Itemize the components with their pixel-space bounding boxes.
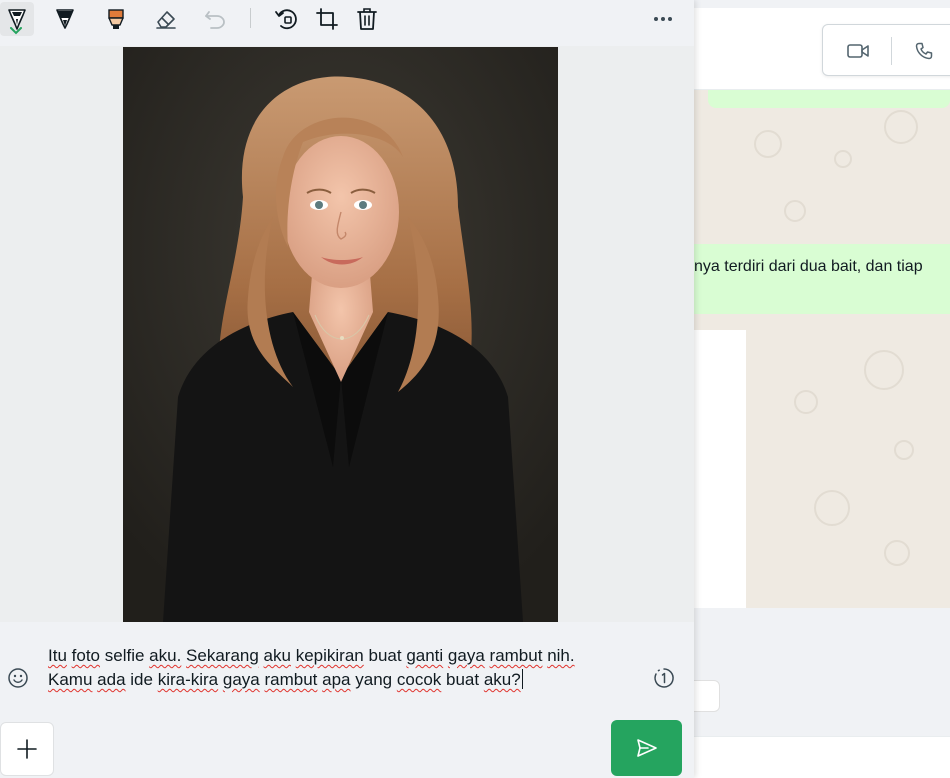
caption-word: foto (71, 646, 100, 665)
portrait-photo (123, 47, 558, 622)
message-input[interactable] (694, 680, 720, 712)
send-icon (636, 739, 657, 757)
pen-thick-icon (56, 9, 74, 29)
caption-word: kepikiran (295, 646, 364, 665)
caption-word: gaya (447, 646, 485, 665)
more-options-button[interactable] (646, 2, 680, 36)
pen-thick-button[interactable] (48, 2, 82, 36)
eraser-icon (156, 11, 176, 29)
call-button-group (822, 24, 950, 76)
caption-line-1: Itu foto selfie aku. Sekarang aku kepiki… (48, 644, 638, 668)
more-options-icon (654, 17, 672, 21)
emoji-button[interactable] (6, 666, 30, 690)
caption-word: rambut (489, 646, 543, 665)
smiley-icon (8, 668, 28, 688)
caption-word: kira-kira (157, 670, 219, 689)
wallpaper-doodle (894, 440, 914, 460)
caption-word: ide (130, 670, 153, 689)
caption-line-2: Kamu ada ide kira-kira gaya rambut apa y… (48, 668, 638, 692)
plus-icon (17, 739, 37, 759)
caption-word: selfie (104, 646, 145, 665)
caption-word: buat (446, 670, 480, 689)
caption-word: buat (368, 646, 402, 665)
wallpaper-doodle (794, 390, 818, 414)
outgoing-message-bubble: knya terdiri dari dua bait, dan tiap (694, 244, 950, 314)
caption-word: cocok (396, 670, 442, 689)
toolbar-divider (250, 8, 251, 28)
caption-input[interactable]: Itu foto selfie aku. Sekarang aku kepiki… (48, 644, 638, 692)
window-top-strip (694, 0, 950, 8)
outgoing-message-bubble (708, 90, 950, 108)
chevron-down-icon (10, 27, 22, 35)
editor-toolbar (0, 0, 694, 46)
crop-button[interactable] (310, 2, 344, 36)
caption-word: ganti (406, 646, 444, 665)
media-editor-panel: Itu foto selfie aku. Sekarang aku kepiki… (0, 0, 694, 778)
view-once-icon (654, 668, 674, 688)
rotate-button[interactable] (270, 2, 304, 36)
chat-footer (694, 608, 950, 778)
crop-icon (316, 8, 338, 30)
view-once-button[interactable] (652, 666, 676, 690)
chat-header (694, 8, 950, 90)
wallpaper-doodle (754, 130, 782, 158)
caption-area: Itu foto selfie aku. Sekarang aku kepiki… (0, 622, 694, 710)
eraser-button[interactable] (149, 2, 183, 36)
undo-icon (205, 11, 225, 29)
send-button[interactable] (611, 720, 682, 776)
caption-word: apa (322, 670, 351, 689)
video-camera-icon (847, 44, 869, 58)
wallpaper-doodle (814, 490, 850, 526)
delete-button[interactable] (350, 2, 384, 36)
caption-word: aku (263, 646, 291, 665)
incoming-message-bubble (694, 330, 746, 610)
footer-bottom-strip (694, 736, 950, 778)
caption-word: Kamu (48, 670, 93, 689)
wallpaper-doodle (864, 350, 904, 390)
call-divider (891, 37, 892, 65)
delete-icon (357, 8, 377, 30)
text-caret (521, 669, 523, 689)
caption-word: Itu (48, 646, 67, 665)
caption-word: rambut (264, 670, 318, 689)
add-media-button[interactable] (0, 722, 54, 776)
wallpaper-doodle (784, 200, 806, 222)
caption-word: gaya (222, 670, 260, 689)
undo-button[interactable] (198, 2, 232, 36)
message-text: knya terdiri dari dua bait, dan tiap (694, 258, 923, 275)
highlighter-icon (108, 9, 124, 29)
media-preview (0, 46, 694, 622)
background-chat-window: knya terdiri dari dua bait, dan tiap (694, 0, 950, 778)
caption-word: Sekarang (186, 646, 259, 665)
portrait-image (123, 47, 558, 622)
caption-word: yang (355, 670, 393, 689)
caption-word: ada (97, 670, 126, 689)
rotate-icon (275, 9, 297, 30)
wallpaper-doodle (834, 150, 852, 168)
caption-word: aku. (149, 646, 182, 665)
editor-footer (0, 710, 694, 778)
video-call-button[interactable] (843, 37, 873, 65)
highlighter-button[interactable] (99, 2, 133, 36)
phone-icon (915, 42, 933, 60)
caption-word: aku? (483, 670, 521, 689)
caption-word: nih. (547, 646, 575, 665)
wallpaper-doodle (884, 540, 910, 566)
wallpaper-doodle (884, 110, 918, 144)
voice-call-button[interactable] (909, 37, 939, 65)
